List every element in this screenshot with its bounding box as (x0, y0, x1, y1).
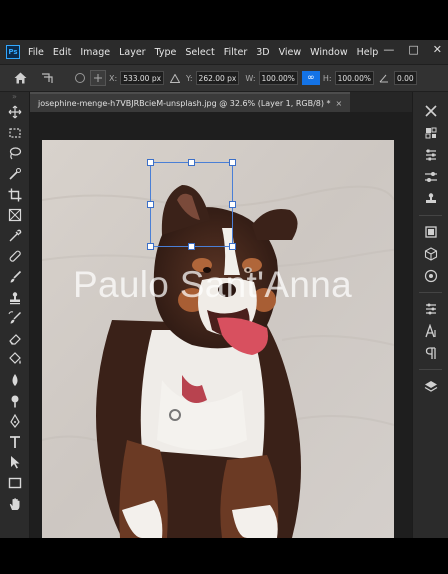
angle-icon (376, 70, 392, 86)
history-brush-tool-icon[interactable] (0, 308, 29, 329)
menu-3d[interactable]: 3D (256, 47, 269, 58)
paint-bucket-tool-icon[interactable] (0, 349, 29, 370)
relative-position-icon[interactable] (90, 70, 106, 86)
tools-panel: » (0, 92, 30, 538)
photoshop-logo-icon: Ps (6, 45, 20, 59)
document-tab[interactable]: josephine-menge-h7VBJRBcieM-unsplash.jpg… (30, 92, 351, 112)
menu-edit[interactable]: Edit (53, 47, 71, 58)
clone-stamp-tool-icon[interactable] (0, 287, 29, 308)
path-select-tool-icon[interactable] (0, 452, 29, 473)
brush-tool-icon[interactable] (0, 267, 29, 288)
libraries-icon[interactable] (413, 221, 448, 243)
handle-top-center[interactable] (188, 159, 195, 166)
pen-tool-icon[interactable] (0, 411, 29, 432)
document-canvas[interactable]: Paulo Sant'Anna (42, 140, 394, 538)
lasso-tool-icon[interactable] (0, 143, 29, 164)
3d-icon[interactable] (413, 243, 448, 265)
quick-select-tool-icon[interactable] (0, 164, 29, 185)
move-tool-icon[interactable] (0, 102, 29, 123)
window-controls: — □ ✕ (383, 43, 442, 56)
blur-tool-icon[interactable] (0, 370, 29, 391)
handle-bottom-center[interactable] (188, 243, 195, 250)
height-field[interactable]: 100.00% (334, 71, 374, 85)
video-letterbox-bottom (0, 538, 448, 574)
menu-file[interactable]: File (28, 47, 44, 58)
link-proportions-icon[interactable]: ∞ (301, 71, 320, 85)
panel-divider (419, 215, 442, 216)
x-position-field[interactable]: 533.00 px (120, 71, 165, 85)
options-bar: X: 533.00 px Y: 262.00 px W: 100.00% ∞ H… (0, 64, 448, 92)
transform-reference-icon[interactable] (40, 70, 56, 86)
menu-select[interactable]: Select (185, 47, 214, 58)
canvas-workspace: Paulo Sant'Anna (30, 112, 412, 538)
menu-window[interactable]: Window (310, 47, 347, 58)
handle-middle-left[interactable] (147, 201, 154, 208)
type-tool-icon[interactable] (0, 432, 29, 453)
watermark-text-layer[interactable]: Paulo Sant'Anna (73, 264, 383, 306)
menu-help[interactable]: Help (357, 47, 379, 58)
menu-filter[interactable]: Filter (224, 47, 248, 58)
home-icon[interactable] (12, 70, 28, 86)
video-letterbox-top (0, 0, 448, 40)
handle-bottom-left[interactable] (147, 243, 154, 250)
adjustments-icon[interactable] (413, 144, 448, 166)
tools-icon[interactable] (413, 100, 448, 122)
stamp-icon[interactable] (413, 188, 448, 210)
sliders-icon[interactable] (413, 166, 448, 188)
eraser-tool-icon[interactable] (0, 329, 29, 350)
handle-top-left[interactable] (147, 159, 154, 166)
hand-tool-icon[interactable] (0, 493, 29, 514)
minimize-button[interactable]: — (383, 43, 394, 56)
swatches-icon[interactable] (413, 122, 448, 144)
crop-tool-icon[interactable] (0, 184, 29, 205)
learn-icon[interactable] (413, 265, 448, 287)
transform-bounding-box[interactable] (147, 159, 236, 250)
width-field[interactable]: 100.00% (258, 71, 298, 85)
close-window-button[interactable]: ✕ (433, 43, 442, 56)
layers-icon[interactable] (413, 375, 448, 397)
panel-grip-icon[interactable]: » (0, 92, 29, 102)
delta-icon (167, 70, 183, 86)
properties-icon[interactable] (413, 298, 448, 320)
angle-field[interactable]: 0.00 (393, 71, 417, 85)
panel-divider (419, 369, 442, 370)
menu-type[interactable]: Type (155, 47, 177, 58)
close-tab-icon[interactable]: × (336, 99, 343, 108)
dodge-tool-icon[interactable] (0, 390, 29, 411)
w-label: W: (245, 73, 256, 83)
frame-tool-icon[interactable] (0, 205, 29, 226)
y-label: Y: (186, 73, 193, 83)
menu-layer[interactable]: Layer (119, 47, 146, 58)
h-label: H: (322, 73, 332, 83)
menu-image[interactable]: Image (80, 47, 110, 58)
panel-divider (419, 292, 442, 293)
handle-bottom-right[interactable] (229, 243, 236, 250)
document-tab-bar: josephine-menge-h7VBJRBcieM-unsplash.jpg… (30, 92, 412, 112)
document-tab-title: josephine-menge-h7VBJRBcieM-unsplash.jpg… (38, 98, 331, 108)
y-position-field[interactable]: 262.00 px (195, 71, 240, 85)
menu-view[interactable]: View (279, 47, 302, 58)
character-icon[interactable] (413, 320, 448, 342)
handle-top-right[interactable] (229, 159, 236, 166)
paragraph-icon[interactable] (413, 342, 448, 364)
marquee-tool-icon[interactable] (0, 123, 29, 144)
restore-button[interactable]: □ (408, 43, 418, 56)
rectangle-tool-icon[interactable] (0, 473, 29, 494)
x-label: X: (109, 73, 118, 83)
right-panel-dock (412, 92, 448, 538)
handle-middle-right[interactable] (229, 201, 236, 208)
healing-brush-tool-icon[interactable] (0, 246, 29, 267)
menu-bar: Ps File Edit Image Layer Type Select Fil… (0, 40, 448, 64)
eyedropper-tool-icon[interactable] (0, 226, 29, 247)
reference-point-icon[interactable] (72, 70, 88, 86)
